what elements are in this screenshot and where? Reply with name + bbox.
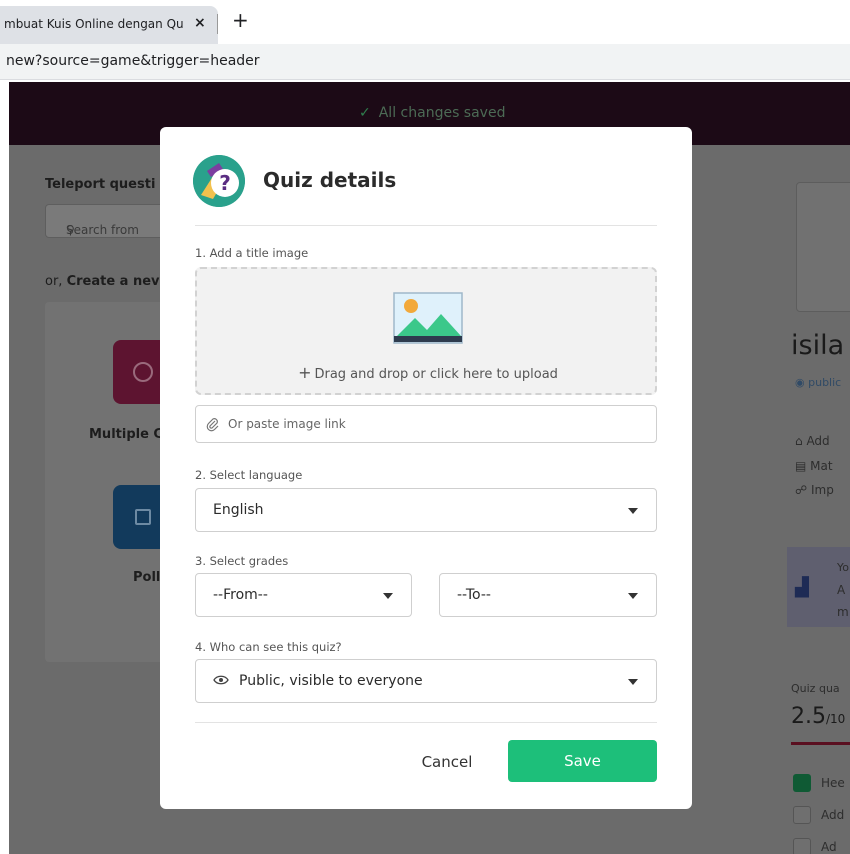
users-icon: ☍ xyxy=(795,483,811,497)
create-prefix: or, xyxy=(45,274,63,289)
caret-down-icon xyxy=(628,679,638,685)
tab-close-icon[interactable]: × xyxy=(194,15,206,31)
paperclip-icon xyxy=(206,417,220,432)
radio-icon xyxy=(133,362,153,382)
check-icon: ✓ xyxy=(359,105,371,121)
quiz-details-modal: ? Quiz details 1. Add a title image + Dra… xyxy=(160,127,692,809)
new-tab-icon[interactable]: + xyxy=(232,10,249,30)
side-link-1[interactable]: ⌂ Add xyxy=(795,434,830,448)
cancel-button[interactable]: Cancel xyxy=(407,742,487,782)
plus-icon: + xyxy=(298,363,312,382)
quiz-quality-label: Quiz qua xyxy=(791,682,840,695)
language-label: 2. Select language xyxy=(195,468,303,482)
teleport-heading: Teleport questi xyxy=(45,177,156,192)
eye-icon xyxy=(213,673,229,689)
checklist-checkbox-2[interactable] xyxy=(793,806,811,824)
save-status: ✓ All changes saved xyxy=(359,105,505,121)
checklist-label-1: Hee xyxy=(821,776,845,790)
visibility-value-text: Public, visible to everyone xyxy=(239,673,423,689)
side-link-2[interactable]: ▤ Mat xyxy=(795,459,833,473)
checklist-checkbox-1[interactable] xyxy=(793,774,811,792)
grades-label: 3. Select grades xyxy=(195,554,289,568)
svg-text:?: ? xyxy=(219,171,231,195)
tab-separator xyxy=(217,14,218,34)
caret-down-icon xyxy=(628,593,638,599)
tab-title: mbuat Kuis Online dengan Qu xyxy=(4,17,184,31)
caret-down-icon xyxy=(628,508,638,514)
quiz-quality-score: 2.5/10 xyxy=(791,704,845,729)
checklist-label-3: Ad xyxy=(821,840,837,854)
quiz-question-mark-icon: ? xyxy=(193,155,245,207)
create-label: Create a nev xyxy=(66,274,160,289)
poll-chart-icon xyxy=(135,509,151,525)
visibility-select[interactable]: Public, visible to everyone xyxy=(195,659,657,703)
modal-footer-divider xyxy=(195,722,657,723)
upload-instruction: + Drag and drop or click here to upload xyxy=(197,363,659,382)
promo-banner-line-2: A xyxy=(837,583,846,597)
quiz-cover-card[interactable] xyxy=(796,182,850,312)
quiz-quality-bar xyxy=(791,742,850,745)
promo-banner[interactable]: ▟ Yo A m xyxy=(787,547,850,627)
visibility-label: 4. Who can see this quiz? xyxy=(195,640,342,654)
quiz-visibility-text: public xyxy=(808,376,842,389)
promo-banner-line-1: Yo xyxy=(837,561,849,574)
side-link-1-text: Add xyxy=(806,434,830,448)
side-link-3-text: Imp xyxy=(810,483,834,497)
poll-label: Poll xyxy=(133,570,161,585)
side-link-3[interactable]: ☍ Imp xyxy=(795,483,834,497)
page-left-gutter xyxy=(0,82,9,854)
eye-icon: ◉ xyxy=(795,376,809,389)
grad-cap-icon: ⌂ xyxy=(795,434,807,448)
caret-down-icon xyxy=(383,593,393,599)
save-status-text: All changes saved xyxy=(378,105,506,121)
search-placeholder-text: Search from xyxy=(66,223,139,237)
grade-to-select[interactable]: --To-- xyxy=(439,573,657,617)
checklist-checkbox-3[interactable] xyxy=(793,838,811,854)
grade-to-value: --To-- xyxy=(457,587,491,603)
create-new-heading: or, Create a nev xyxy=(45,274,160,289)
browser-tabstrip: mbuat Kuis Online dengan Qu × + xyxy=(0,0,850,44)
title-image-label: 1. Add a title image xyxy=(195,246,309,260)
browser-tab[interactable]: mbuat Kuis Online dengan Qu × xyxy=(0,6,218,44)
modal-header-divider xyxy=(195,225,657,226)
image-link-input[interactable] xyxy=(228,414,638,434)
image-link-field[interactable] xyxy=(195,405,657,443)
visibility-value: Public, visible to everyone xyxy=(213,673,423,689)
address-bar[interactable]: new?source=game&trigger=header xyxy=(0,44,850,80)
upload-instruction-text: Drag and drop or click here to upload xyxy=(314,367,558,382)
quiz-name: isila xyxy=(791,330,845,361)
checklist-label-2: Add xyxy=(821,808,845,822)
side-link-2-text: Mat xyxy=(810,459,833,473)
quiz-quality-suffix: /10 xyxy=(826,712,846,726)
grade-from-value: --From-- xyxy=(213,587,268,603)
modal-title: Quiz details xyxy=(263,168,397,192)
address-bar-url: new?source=game&trigger=header xyxy=(6,53,260,69)
growth-chart-icon: ▟ xyxy=(795,577,809,598)
grade-from-select[interactable]: --From-- xyxy=(195,573,412,617)
save-button[interactable]: Save xyxy=(508,740,657,782)
title-image-dropzone[interactable]: + Drag and drop or click here to upload xyxy=(195,267,657,395)
book-icon: ▤ xyxy=(795,459,811,473)
language-select[interactable]: English xyxy=(195,488,657,532)
multiple-choice-label: Multiple C xyxy=(89,427,163,442)
quiz-quality-value: 2.5 xyxy=(791,704,826,729)
promo-banner-line-3: m xyxy=(837,605,849,619)
image-placeholder-icon xyxy=(393,292,463,344)
language-value: English xyxy=(213,502,264,518)
quiz-visibility: ◉ public xyxy=(795,376,841,389)
